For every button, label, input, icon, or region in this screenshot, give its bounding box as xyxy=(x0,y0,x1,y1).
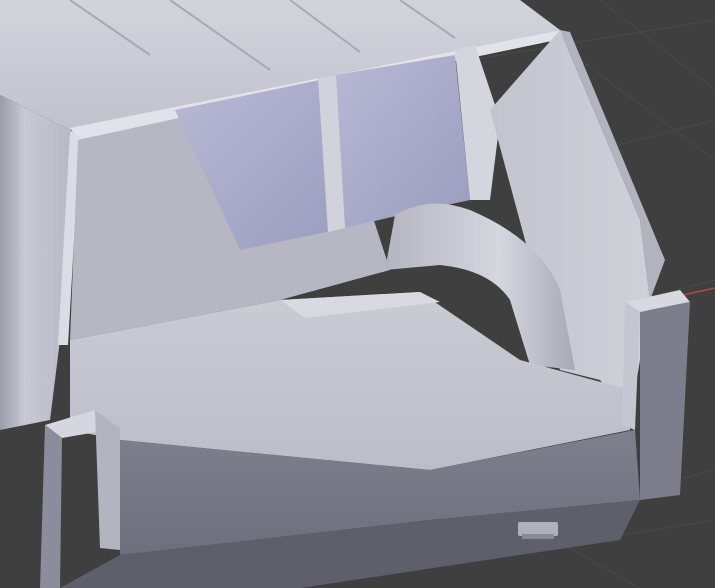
left-interior-wall xyxy=(0,95,70,430)
right-inner-post xyxy=(622,302,640,430)
viewport-canvas[interactable] xyxy=(0,0,715,588)
left-inner-post xyxy=(95,410,120,550)
right-rail-post xyxy=(640,302,690,500)
left-rail-post xyxy=(40,425,62,588)
3d-viewport[interactable] xyxy=(0,0,715,588)
tow-hitch-shadow xyxy=(522,534,554,539)
tow-hitch xyxy=(518,522,558,536)
side-window-glass xyxy=(335,55,470,228)
